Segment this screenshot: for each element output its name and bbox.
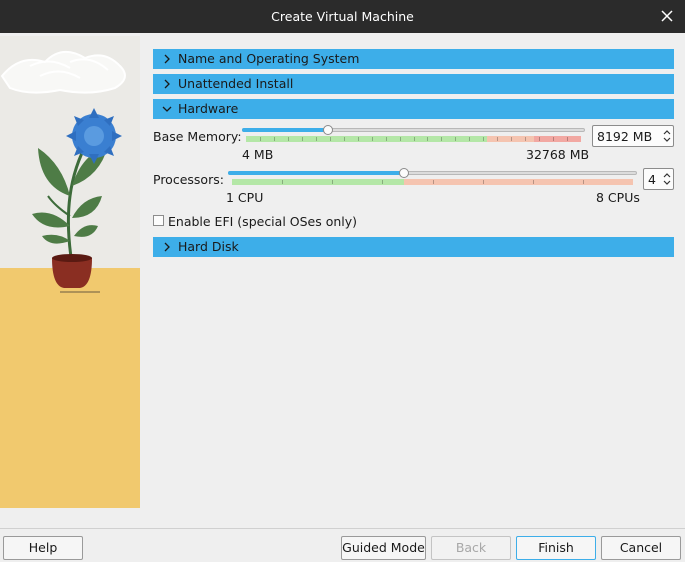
slider-tick [532,180,534,184]
slider-fill [228,171,404,175]
slider-tick [282,180,284,184]
window-title: Create Virtual Machine [271,9,414,24]
processors-min-label: 1 CPU [226,190,264,205]
base-memory-spinbox[interactable]: 8192 MB [592,125,674,147]
base-memory-label: Base Memory: [153,129,242,144]
slider-tick [497,137,499,141]
wizard-illustration [0,36,140,508]
section-label: Name and Operating System [178,51,360,66]
help-button[interactable]: Help [3,536,83,560]
memory-max-label: 32768 MB [526,147,590,162]
memory-min-label: 4 MB [242,147,274,162]
processors-label: Processors: [153,172,224,187]
slider-tick [482,180,484,184]
cancel-button[interactable]: Cancel [601,536,681,560]
slider-tick [539,137,541,141]
safe-range [232,179,405,185]
footer-separator [0,528,685,529]
slider-tick [315,137,317,141]
base-memory-slider[interactable] [242,122,585,144]
slider-tick [385,137,387,141]
base-memory-value: 8192 MB [597,129,653,144]
spin-arrows-icon[interactable] [661,169,673,189]
safe-range [246,136,488,142]
processors-max-label: 8 CPUs [596,190,640,205]
section-unattended-install[interactable]: Unattended Install [153,74,674,94]
slider-tick [553,137,555,141]
slider-tick [371,137,373,141]
section-label: Hard Disk [178,239,239,254]
slider-tick [511,137,513,141]
section-label: Hardware [178,101,239,116]
slider-handle[interactable] [399,168,409,178]
processors-slider[interactable] [228,165,637,187]
chevron-down-icon [162,106,172,112]
slider-tick [413,137,415,141]
spin-arrows-icon[interactable] [661,126,673,146]
warn-range [404,179,633,185]
slider-tick [343,137,345,141]
slider-tick [301,137,303,141]
chevron-right-icon [164,79,170,89]
slider-tick [259,137,261,141]
section-hard-disk[interactable]: Hard Disk [153,237,674,257]
section-name-and-os[interactable]: Name and Operating System [153,49,674,69]
slider-tick [432,180,434,184]
slider-tick [427,137,429,141]
danger-range [534,136,581,142]
enable-efi-checkbox[interactable] [153,215,164,226]
title-bar: Create Virtual Machine [0,0,685,33]
slider-tick [357,137,359,141]
slider-tick [567,137,569,141]
slider-tick [399,137,401,141]
slider-tick [382,180,384,184]
slider-handle[interactable] [323,125,333,135]
enable-efi-label[interactable]: Enable EFI (special OSes only) [168,214,357,229]
chevron-right-icon [164,54,170,64]
back-button[interactable]: Back [431,536,511,560]
slider-tick [455,137,457,141]
slider-scale [232,179,633,185]
slider-tick [483,137,485,141]
close-icon[interactable] [657,6,677,26]
slider-tick [287,137,289,141]
slider-scale [246,136,581,142]
slider-tick [525,137,527,141]
slider-tick [332,180,334,184]
slider-tick [582,180,584,184]
slider-tick [329,137,331,141]
guided-mode-button[interactable]: Guided Mode [341,536,426,560]
slider-tick [469,137,471,141]
processors-spinbox[interactable]: 4 [643,168,674,190]
chevron-right-icon [164,242,170,252]
section-label: Unattended Install [178,76,294,91]
section-hardware[interactable]: Hardware [153,99,674,119]
slider-tick [273,137,275,141]
slider-fill [242,128,328,132]
finish-button[interactable]: Finish [516,536,596,560]
processors-value: 4 [648,172,656,187]
slider-tick [441,137,443,141]
